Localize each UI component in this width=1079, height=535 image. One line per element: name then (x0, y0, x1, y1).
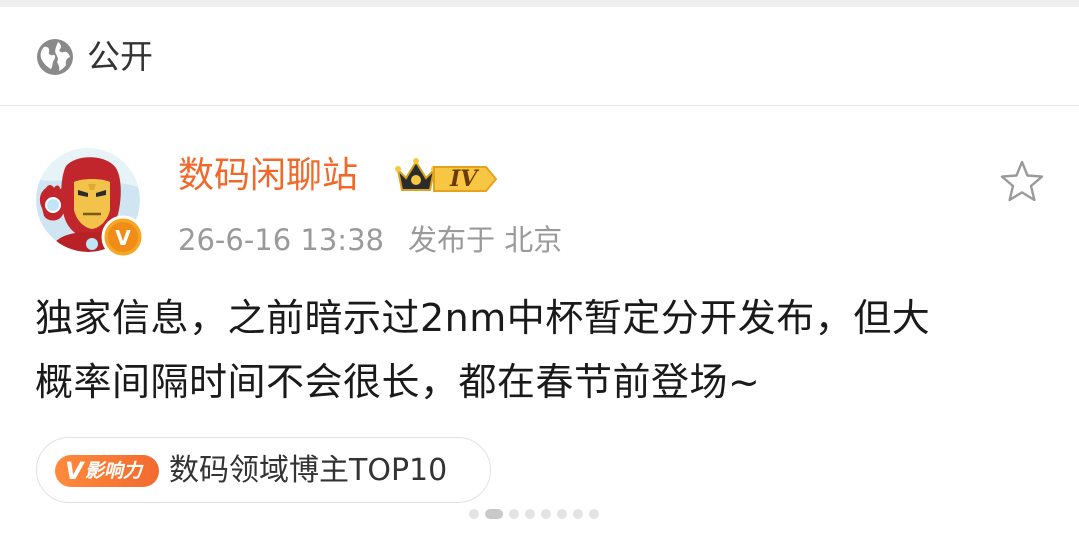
pager-dot (525, 509, 535, 519)
influence-badge-label: 影响力 (85, 460, 143, 482)
top-gap (0, 0, 1079, 7)
influence-text: 数码领域博主TOP10 (169, 453, 448, 488)
section-divider (0, 105, 1079, 106)
star-icon[interactable] (998, 158, 1046, 206)
pager-dot (589, 509, 599, 519)
pager-dot (469, 509, 479, 519)
level-badge-text: IV (450, 166, 478, 192)
influence-badge: V 影响力 (55, 455, 159, 487)
visibility-label: 公开 (87, 37, 153, 76)
post-text: 独家信息，之前暗示过2nm中杯暂定分开发布，但大 概率间隔时间不会很长，都在春节… (35, 286, 1055, 414)
post-time: 26-6-16 13:38 (178, 223, 384, 257)
post-line: 概率间隔时间不会很长，都在春节前登场~ (35, 360, 761, 404)
pager-dot (573, 509, 583, 519)
post-location: 北京 (504, 223, 563, 257)
post-meta: 26-6-16 13:38 发布于 北京 (178, 221, 562, 259)
verified-badge-icon: V (101, 215, 145, 259)
author-name[interactable]: 数码闲聊站 (178, 154, 358, 198)
pager-dot (557, 509, 567, 519)
image-pager (469, 505, 619, 523)
influence-v-icon: V (65, 457, 84, 485)
influence-tag[interactable]: V 影响力 数码领域博主TOP10 (36, 437, 491, 503)
svg-text:V: V (115, 226, 131, 250)
location-prefix: 发布于 (407, 223, 495, 257)
avatar[interactable]: V (36, 148, 145, 259)
globe-icon (37, 39, 73, 75)
pager-dot (541, 509, 551, 519)
visibility-row[interactable]: 公开 (0, 7, 1079, 105)
post-line: 独家信息，之前暗示过2nm中杯暂定分开发布，但大 (35, 296, 931, 340)
pager-dot (509, 509, 519, 519)
pager-dot-active (485, 509, 503, 519)
